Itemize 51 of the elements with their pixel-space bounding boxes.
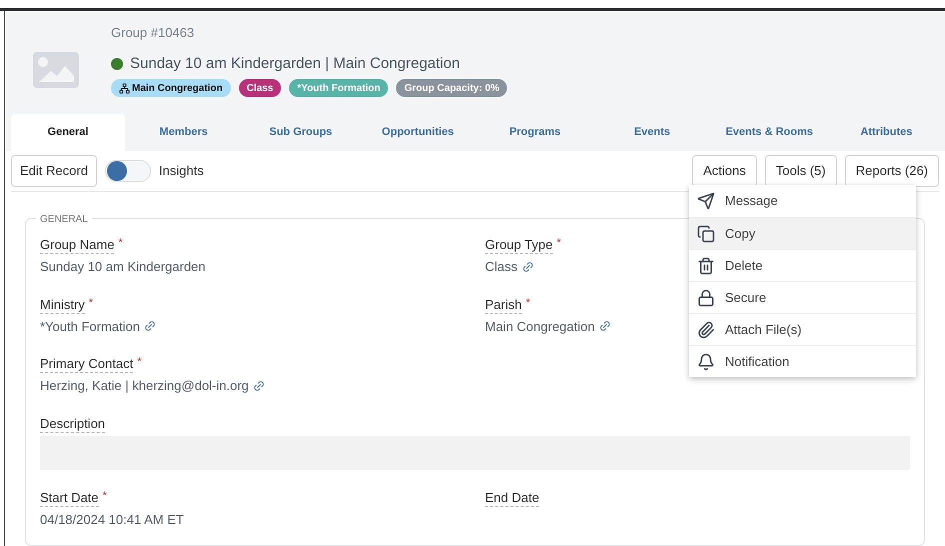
tab[interactable]: Attributes xyxy=(828,114,945,151)
required-mark: * xyxy=(118,237,123,249)
required-mark: * xyxy=(137,356,142,368)
image-placeholder-icon xyxy=(33,52,79,88)
tab[interactable]: Opportunities xyxy=(359,114,476,151)
field-label: End Date xyxy=(485,490,540,506)
tag: *Youth Formation xyxy=(289,79,388,97)
required-mark: * xyxy=(88,296,94,308)
tab[interactable]: Members xyxy=(125,114,242,151)
bell-icon xyxy=(697,352,715,370)
group-number: Group #10463 xyxy=(111,24,196,42)
menu-item[interactable]: Message xyxy=(689,185,916,217)
tab[interactable]: Programs xyxy=(476,114,594,151)
paperclip-icon xyxy=(697,320,715,338)
field-value: Herzing, Katie | kherzing@dol-in.org xyxy=(40,377,249,395)
tab[interactable]: General xyxy=(11,114,125,151)
edit-record-button[interactable]: Edit Record xyxy=(11,155,97,187)
tab[interactable]: Events & Rooms xyxy=(710,114,828,151)
copy-icon xyxy=(697,224,715,242)
menu-item[interactable]: Copy xyxy=(689,217,916,249)
required-mark: * xyxy=(526,296,530,308)
lock-icon xyxy=(697,288,715,306)
field-label: Start Date xyxy=(40,490,99,506)
field-value: *Youth Formation xyxy=(40,318,140,336)
tab[interactable]: Events xyxy=(594,114,711,151)
menu-item[interactable]: Delete xyxy=(689,249,916,281)
tag: Class xyxy=(238,79,282,97)
trash-icon xyxy=(697,256,715,274)
tab[interactable]: Sub Groups xyxy=(242,114,360,151)
tag: Group Capacity: 0% xyxy=(396,79,508,97)
insights-toggle[interactable] xyxy=(104,160,151,182)
field-label: Primary Contact xyxy=(40,356,134,373)
tag: Main Congregation xyxy=(111,79,231,97)
toggle-label: Insights xyxy=(158,162,204,180)
field-value: 04/18/2024 10:41 AM ET xyxy=(40,510,184,528)
paper-plane-icon xyxy=(697,192,715,210)
field-label: Description xyxy=(40,416,106,432)
hierarchy-icon xyxy=(119,82,130,94)
field-label: Group Type xyxy=(485,237,553,254)
field-value: Main Congregation xyxy=(485,318,595,336)
field-label: Ministry xyxy=(40,296,85,314)
menu-item[interactable]: Notification xyxy=(689,345,916,377)
menu-item[interactable]: Attach File(s) xyxy=(689,313,916,345)
field-label: Group Name xyxy=(40,237,114,254)
menu-item[interactable]: Secure xyxy=(689,281,916,313)
field-label: Parish xyxy=(485,296,522,314)
field-value: Class xyxy=(485,258,518,276)
field-value: Sunday 10 am Kindergarden xyxy=(40,258,206,276)
required-mark: * xyxy=(556,237,561,249)
group-title: Sunday 10 am Kindergarden | Main Congregation xyxy=(130,54,460,74)
required-mark: * xyxy=(102,490,107,502)
